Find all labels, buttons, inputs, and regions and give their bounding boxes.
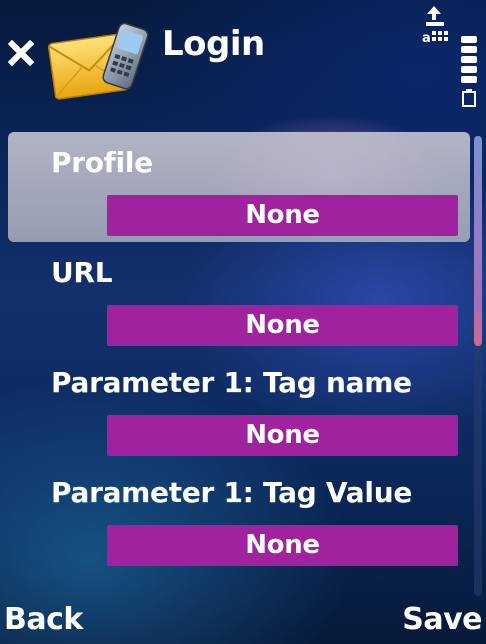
save-softkey[interactable]: Save (402, 602, 482, 637)
page-title: Login (162, 24, 265, 64)
list-item-label: Parameter 1: Tag Value (51, 476, 413, 509)
battery-icon (461, 36, 477, 107)
list-item-label: URL (51, 256, 113, 289)
list-item-label: Parameter 1: Tag name (51, 366, 412, 399)
list-item-parameter-1-tag-value[interactable]: Parameter 1: Tag Value None (8, 462, 470, 572)
list-item-label: Profile (51, 146, 153, 179)
header: Login a (0, 0, 486, 118)
packet-data-icon: a (422, 6, 448, 46)
svg-text:a: a (422, 31, 431, 46)
scrollbar[interactable] (474, 136, 482, 596)
settings-list: Profile None URL None Parameter 1: Tag n… (8, 132, 470, 572)
tag-value-value-field[interactable]: None (107, 525, 458, 566)
profile-value-field[interactable]: None (107, 195, 458, 236)
softkey-bar: Back Save (0, 596, 486, 644)
close-icon[interactable] (8, 40, 34, 66)
mail-phone-icon (48, 22, 149, 100)
list-item-profile[interactable]: Profile None (8, 132, 470, 242)
list-item-parameter-1-tag-name[interactable]: Parameter 1: Tag name None (8, 352, 470, 462)
status-area: a (418, 4, 482, 112)
back-softkey[interactable]: Back (4, 602, 83, 637)
scrollbar-thumb[interactable] (474, 136, 482, 346)
tag-name-value-field[interactable]: None (107, 415, 458, 456)
url-value-field[interactable]: None (107, 305, 458, 346)
list-item-url[interactable]: URL None (8, 242, 470, 352)
